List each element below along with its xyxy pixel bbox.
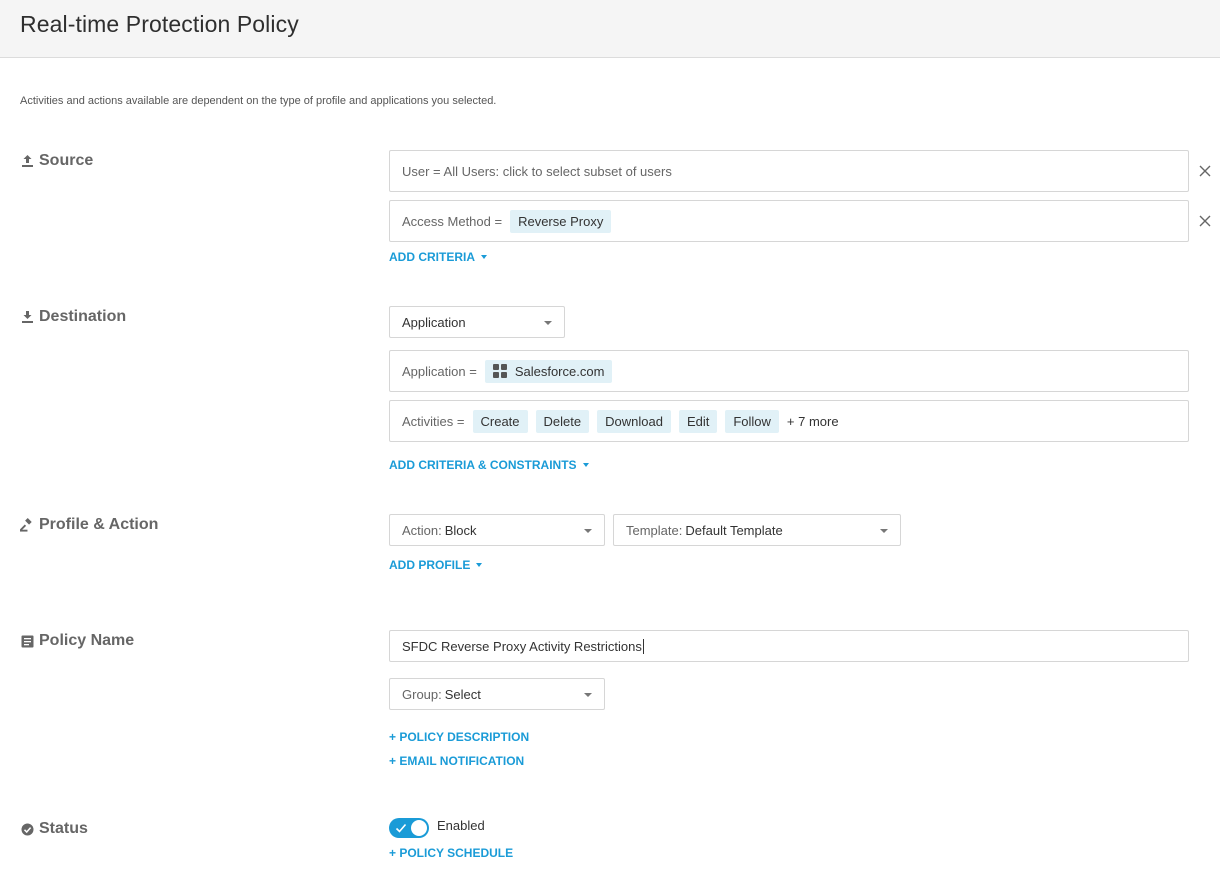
add-criteria-label: ADD CRITERIA: [389, 250, 475, 264]
access-method-label: Access Method =: [402, 213, 503, 229]
download-icon: [20, 309, 34, 325]
text-cursor: [642, 638, 644, 654]
add-criteria-constraints-label: ADD CRITERIA & CONSTRAINTS: [389, 458, 577, 472]
section-label-destination: Destination: [20, 308, 126, 326]
group-key: Group:: [402, 686, 442, 702]
user-criteria-field[interactable]: User = All Users: click to select subset…: [389, 150, 1189, 192]
check-icon: [395, 823, 407, 833]
page-header: Real-time Protection Policy: [0, 0, 1220, 58]
section-label-text: Status: [39, 820, 88, 837]
template-key: Template:: [626, 522, 683, 538]
check-circle-icon: [20, 821, 34, 837]
application-label: Application =: [402, 363, 477, 379]
policy-name-input[interactable]: SFDC Reverse Proxy Activity Restrictions: [389, 630, 1189, 662]
application-chip[interactable]: Salesforce.com: [484, 359, 613, 383]
remove-user-criteria-close-icon[interactable]: [1197, 163, 1213, 179]
application-field[interactable]: Application = Salesforce.com: [389, 350, 1189, 392]
status-toggle[interactable]: [389, 818, 429, 838]
destination-type-select[interactable]: Application: [389, 306, 565, 338]
activity-chip[interactable]: Download: [597, 409, 671, 433]
action-key: Action:: [402, 522, 442, 538]
page-subtitle: Activities and actions available are dep…: [20, 95, 497, 107]
group-select[interactable]: Group: Select: [389, 678, 605, 710]
destination-type-value: Application: [402, 314, 466, 330]
section-label-profile-action: Profile & Action: [20, 516, 158, 534]
access-method-chip[interactable]: Reverse Proxy: [510, 209, 612, 233]
app-grid-icon: [492, 364, 507, 378]
document-icon: [20, 633, 34, 649]
add-policy-schedule-button[interactable]: + POLICY SCHEDULE: [389, 846, 513, 860]
remove-access-method-close-icon[interactable]: [1197, 213, 1213, 229]
activity-chip[interactable]: Create: [472, 409, 528, 433]
chevron-down-icon: [880, 529, 888, 533]
upload-icon: [20, 153, 34, 169]
caret-down-icon: [582, 463, 589, 467]
add-criteria-constraints-button[interactable]: ADD CRITERIA & CONSTRAINTS: [389, 458, 589, 472]
add-policy-description-label: + POLICY DESCRIPTION: [389, 730, 530, 744]
caret-down-icon: [481, 255, 487, 259]
chevron-down-icon: [584, 529, 592, 533]
add-profile-label: ADD PROFILE: [389, 558, 471, 572]
section-label-text: Profile & Action: [39, 516, 159, 533]
section-label-text: Source: [39, 152, 94, 169]
add-criteria-button[interactable]: ADD CRITERIA: [389, 250, 487, 264]
access-method-field[interactable]: Access Method = Reverse Proxy: [389, 200, 1189, 242]
activity-chip[interactable]: Delete: [535, 409, 590, 433]
application-chip-label: Salesforce.com: [514, 363, 605, 379]
activity-chip[interactable]: Follow: [725, 409, 779, 433]
add-policy-schedule-label: + POLICY SCHEDULE: [389, 846, 514, 860]
gavel-icon: [20, 517, 34, 533]
section-label-text: Destination: [39, 308, 127, 325]
caret-down-icon: [476, 563, 483, 567]
action-select[interactable]: Action: Block: [389, 514, 605, 546]
activities-more-link[interactable]: + 7 more: [787, 414, 839, 429]
activities-field[interactable]: Activities = Create Delete Download Edit…: [389, 400, 1189, 442]
section-label-source: Source: [20, 152, 93, 170]
activities-label: Activities =: [402, 413, 465, 429]
section-label-status: Status: [20, 820, 88, 838]
status-toggle-label: Enabled: [437, 818, 485, 833]
user-criteria-text: User = All Users: click to select subset…: [402, 163, 672, 179]
add-email-notification-button[interactable]: + EMAIL NOTIFICATION: [389, 754, 524, 768]
add-policy-description-button[interactable]: + POLICY DESCRIPTION: [389, 730, 529, 744]
template-select[interactable]: Template: Default Template: [613, 514, 901, 546]
policy-name-value: SFDC Reverse Proxy Activity Restrictions: [402, 638, 642, 654]
section-label-text: Policy Name: [39, 632, 135, 649]
chevron-down-icon: [584, 693, 592, 697]
chevron-down-icon: [544, 321, 552, 325]
toggle-knob: [411, 820, 427, 836]
template-value: Default Template: [685, 522, 783, 538]
group-value: Select: [444, 686, 481, 702]
add-email-notification-label: + EMAIL NOTIFICATION: [389, 754, 525, 768]
activity-chip[interactable]: Edit: [678, 409, 718, 433]
add-profile-button[interactable]: ADD PROFILE: [389, 558, 483, 572]
section-label-policy-name: Policy Name: [20, 632, 134, 650]
page-title: Real-time Protection Policy: [20, 11, 299, 37]
action-value: Block: [444, 522, 477, 538]
